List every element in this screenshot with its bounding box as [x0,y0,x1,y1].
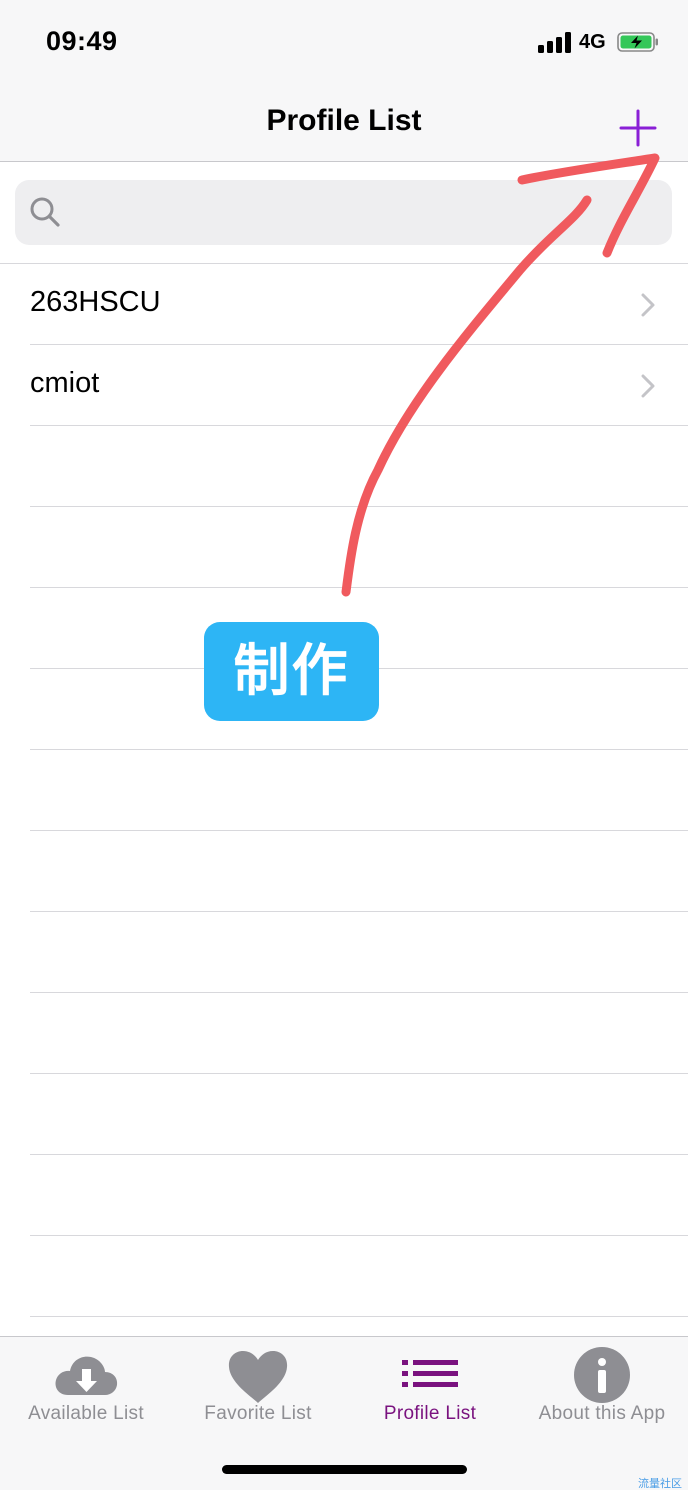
list-item-label: 263HSCU [30,286,161,318]
cloud-download-icon [55,1356,118,1395]
list-item-263hscu[interactable]: 263HSCU [30,264,688,345]
chevron-right-icon [641,293,655,317]
empty-row [30,831,688,912]
plus-icon [619,109,657,147]
search-field[interactable] [15,180,672,247]
tab-label: Favorite List [204,1403,312,1424]
list-item-label: cmiot [30,367,100,399]
page-title: Profile List [266,104,422,137]
tab-profile-list[interactable]: Profile List [344,1337,516,1437]
home-indicator [222,1465,467,1474]
status-time: 09:49 [46,26,118,56]
empty-row [30,1074,688,1155]
search-area [0,162,688,264]
tab-about-this-app[interactable]: About this App [516,1337,688,1437]
empty-row [30,1236,688,1317]
empty-row [30,912,688,993]
search-input[interactable] [73,180,657,247]
list-icon [402,1360,458,1387]
empty-row [30,750,688,831]
add-profile-button[interactable] [610,98,666,154]
empty-row [30,507,688,588]
annotation-label: 制作 [204,622,379,721]
tab-label: Available List [28,1403,144,1424]
empty-row [30,1155,688,1236]
tab-label: Profile List [383,1403,477,1424]
heart-icon [228,1351,288,1403]
tab-favorite-list[interactable]: Favorite List [172,1337,344,1437]
search-icon [30,197,60,227]
profile-list: 263HSCU cmiot [0,264,688,1317]
tab-available-list[interactable]: Available List [0,1337,172,1437]
info-icon [574,1347,630,1403]
empty-row [30,993,688,1074]
network-type: 4G [579,31,606,53]
chevron-right-icon [641,374,655,398]
list-item-cmiot[interactable]: cmiot [30,345,688,426]
navigation-bar: Profile List [0,88,688,162]
empty-row [30,426,688,507]
tab-label: About this App [538,1403,666,1424]
status-bar: 09:49 4G [0,0,688,88]
signal-icon [538,31,572,53]
battery-icon [617,32,658,52]
